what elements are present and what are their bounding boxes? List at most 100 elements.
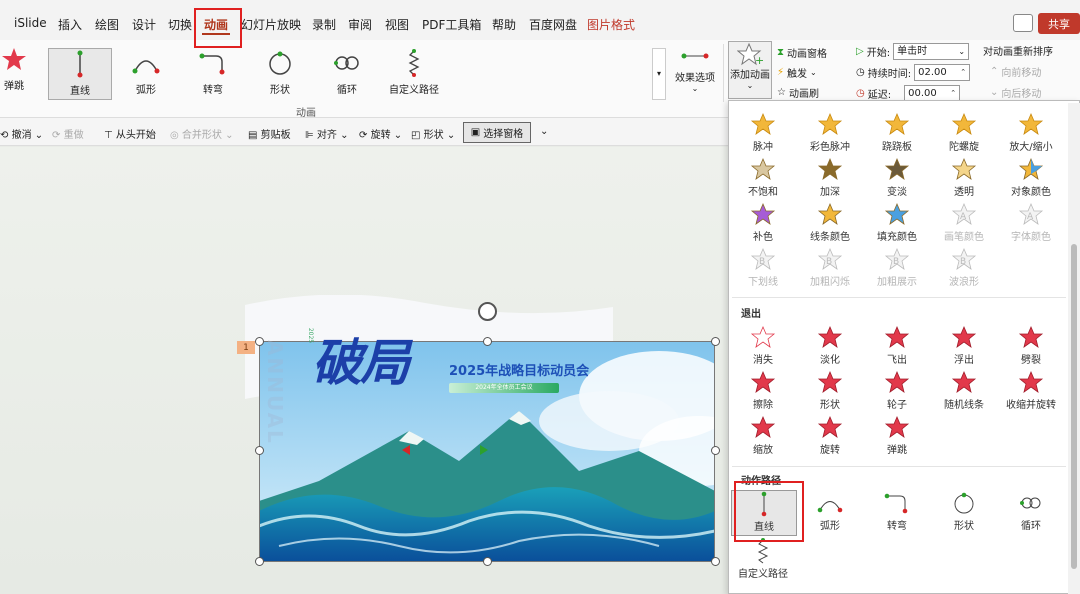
anim-loop[interactable]: 循环 (317, 48, 377, 96)
move-earlier-button[interactable]: ⌃ 向前移动 (990, 64, 1041, 79)
emphasis-item[interactable]: 对象颜色 (998, 156, 1064, 198)
share-button[interactable]: 共享 (1038, 13, 1080, 34)
anim-line[interactable]: 直线 (48, 48, 112, 100)
selection-pane-button[interactable]: ▣ 选择窗格 (463, 122, 531, 143)
slide-subtitle: 2024年全体员工会议 (449, 383, 559, 393)
tab-record[interactable]: 录制 (312, 16, 336, 33)
resize-handle-bottom-right[interactable] (711, 557, 720, 566)
emphasis-item[interactable]: 脉冲 (730, 111, 796, 153)
motion-path-item[interactable]: 弧形 (797, 490, 863, 532)
tab-help[interactable]: 帮助 (492, 16, 516, 33)
exit-item[interactable]: 消失 (730, 324, 796, 366)
resize-handle-left[interactable] (255, 446, 264, 455)
anim-turn[interactable]: 转弯 (183, 48, 243, 96)
resize-handle-top[interactable] (483, 337, 492, 346)
tab-insert[interactable]: 插入 (58, 16, 82, 33)
exit-item[interactable]: 轮子 (864, 369, 930, 411)
exit-star-icon (816, 324, 844, 350)
exit-item[interactable]: 劈裂 (998, 324, 1064, 366)
duration-label: 持续时间: (867, 69, 912, 80)
trigger-button[interactable]: ⚡ 触发 ⌄ (777, 65, 817, 80)
effect-label: 陀螺旋 (949, 142, 979, 153)
motion-path-item[interactable]: 循环 (998, 490, 1064, 532)
motion-path-item[interactable]: 形状 (931, 490, 997, 532)
exit-item[interactable]: 形状 (797, 369, 863, 411)
effect-label: 线条颜色 (810, 232, 850, 243)
panel-scroll-thumb[interactable] (1071, 244, 1077, 569)
emphasis-item[interactable]: 补色 (730, 201, 796, 243)
rotate-button[interactable]: ⟳ 旋转 ⌄ (359, 126, 402, 141)
emphasis-item[interactable]: 变淡 (864, 156, 930, 198)
tab-slideshow[interactable]: 幻灯片放映 (241, 16, 301, 33)
animation-pane-button[interactable]: ⧗ 动画窗格 (777, 45, 827, 60)
tab-islide[interactable]: iSlide (14, 16, 47, 30)
start-row: ▷ 开始: 单击时 ⌄ (856, 43, 970, 60)
anim-arc[interactable]: 弧形 (116, 48, 176, 96)
emphasis-star-icon (883, 201, 911, 227)
tab-picture-format[interactable]: 图片格式 (587, 16, 635, 33)
emphasis-item[interactable]: 线条颜色 (797, 201, 863, 243)
move-later-button[interactable]: ⌄ 向后移动 (990, 85, 1041, 100)
emphasis-item[interactable]: 放大/缩小 (998, 111, 1064, 153)
shape-button[interactable]: ◰ 形状 ⌄ (411, 126, 455, 141)
effect-label: 加粗展示 (877, 277, 917, 288)
resize-handle-bottom[interactable] (483, 557, 492, 566)
share-label: 共享 (1048, 17, 1070, 31)
animation-pane-icon: ⧗ (777, 47, 785, 58)
exit-star-icon (950, 324, 978, 350)
toolbar-more-button[interactable]: ⌄ (540, 126, 548, 137)
tab-design[interactable]: 设计 (132, 16, 156, 33)
from-start-button[interactable]: ⊤ 从头开始 (104, 126, 156, 141)
exit-item[interactable]: 弹跳 (864, 414, 930, 456)
tab-pdf-tools[interactable]: PDF工具箱 (422, 16, 481, 33)
emphasis-item: B 加粗展示 (864, 246, 930, 288)
exit-item[interactable]: 随机线条 (931, 369, 997, 411)
gallery-more-button[interactable]: ▾ (652, 48, 666, 100)
anim-bounce[interactable]: 弹跳 (0, 44, 44, 92)
exit-item[interactable]: 收缩并旋转 (998, 369, 1064, 411)
exit-item[interactable]: 飞出 (864, 324, 930, 366)
align-button[interactable]: ⊫ 对齐 ⌄ (305, 126, 348, 141)
merge-shapes-button[interactable]: ◎ 合并形状 ⌄ (170, 126, 233, 141)
exit-item[interactable]: 淡化 (797, 324, 863, 366)
start-select[interactable]: 单击时 ⌄ (893, 43, 970, 60)
effect-options-button[interactable]: 效果选项 ⌄ (672, 46, 718, 93)
anim-custom-path[interactable]: 自定义路径 (384, 48, 444, 96)
undo-button[interactable]: ⟲ 撤消 ⌄ (0, 126, 43, 141)
tab-view[interactable]: 视图 (385, 16, 409, 33)
tab-review[interactable]: 审阅 (348, 16, 372, 33)
duration-input[interactable]: 02.00 ⌃ (914, 64, 971, 81)
redo-button[interactable]: ⟳ 重做 (52, 126, 84, 141)
exit-item[interactable]: 擦除 (730, 369, 796, 411)
emphasis-star-icon (749, 156, 777, 182)
tab-transitions[interactable]: 切换 (168, 16, 192, 33)
rotate-handle[interactable] (478, 302, 497, 321)
resize-handle-right[interactable] (711, 446, 720, 455)
anim-shape[interactable]: 形状 (250, 48, 310, 96)
resize-handle-top-left[interactable] (255, 337, 264, 346)
emphasis-item[interactable]: 陀螺旋 (931, 111, 997, 153)
emphasis-item[interactable]: 加深 (797, 156, 863, 198)
effect-label: 飞出 (887, 355, 907, 366)
tab-draw[interactable]: 绘图 (95, 16, 119, 33)
animation-painter-button[interactable]: ☆ 动画刷 (777, 85, 819, 100)
tab-baidu-netdisk[interactable]: 百度网盘 (529, 16, 577, 33)
emphasis-item[interactable]: 透明 (931, 156, 997, 198)
resize-handle-top-right[interactable] (711, 337, 720, 346)
motion-path-item[interactable]: 转弯 (864, 490, 930, 532)
comment-icon[interactable] (1013, 14, 1033, 32)
move-later-label: 向后移动 (1001, 89, 1042, 100)
emphasis-item[interactable]: 彩色脉冲 (797, 111, 863, 153)
animation-order-tag[interactable]: 1 (237, 341, 255, 354)
exit-item[interactable]: 浮出 (931, 324, 997, 366)
emphasis-item[interactable]: 填充颜色 (864, 201, 930, 243)
emphasis-item[interactable]: 跷跷板 (864, 111, 930, 153)
exit-item[interactable]: 缩放 (730, 414, 796, 456)
clipboard-button[interactable]: ▤ 剪贴板 (248, 126, 291, 141)
motion-path-item[interactable]: 自定义路径 (730, 538, 796, 580)
exit-item[interactable]: 旋转 (797, 414, 863, 456)
resize-handle-bottom-left[interactable] (255, 557, 264, 566)
add-animation-button[interactable]: + 添加动画 ⌄ (728, 41, 772, 99)
emphasis-item[interactable]: 不饱和 (730, 156, 796, 198)
anim-label: 形状 (270, 85, 290, 96)
